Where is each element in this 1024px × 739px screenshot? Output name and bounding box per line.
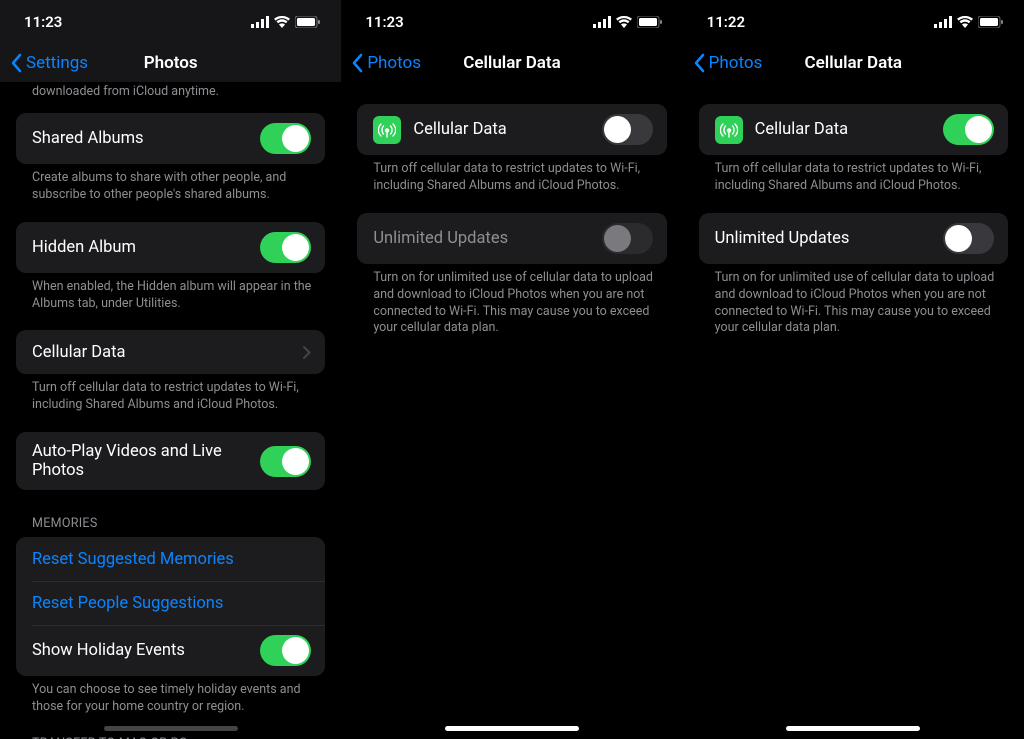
chevron-left-icon (10, 53, 22, 73)
autoplay-label: Auto-Play Videos and Live Photos (32, 442, 260, 480)
cellular-data-toggle[interactable] (943, 114, 994, 145)
unlimited-updates-toggle (602, 223, 653, 254)
nav-bar: Photos Cellular Data (683, 44, 1024, 82)
unlimited-updates-footer: Turn on for unlimited use of cellular da… (683, 264, 1024, 350)
battery-icon (295, 16, 321, 28)
hidden-album-row[interactable]: Hidden Album (16, 222, 325, 273)
back-label: Photos (367, 53, 421, 73)
status-bar: 11:22 (683, 0, 1024, 44)
show-holiday-row[interactable]: Show Holiday Events (16, 625, 325, 676)
antenna-icon (715, 116, 743, 144)
status-icons (593, 16, 663, 28)
cellular-data-row[interactable]: Cellular Data (699, 104, 1008, 155)
wifi-icon (957, 16, 973, 28)
status-time: 11:23 (24, 13, 62, 31)
status-icons (934, 16, 1004, 28)
nav-title: Cellular Data (805, 53, 903, 73)
signal-icon (593, 16, 611, 28)
status-time: 11:23 (365, 13, 403, 31)
signal-icon (251, 16, 269, 28)
back-button[interactable]: Photos (341, 53, 421, 73)
back-label: Settings (26, 53, 88, 73)
status-bar: 11:23 (0, 0, 341, 44)
truncated-footer: downloaded from iCloud anytime. (0, 82, 341, 113)
hidden-album-footer: When enabled, the Hidden album will appe… (0, 273, 341, 325)
hidden-album-toggle[interactable] (260, 232, 311, 263)
antenna-icon (373, 116, 401, 144)
back-button[interactable]: Settings (0, 53, 88, 73)
status-icons (251, 16, 321, 28)
cellular-data-label: Cellular Data (413, 120, 601, 139)
battery-icon (637, 16, 663, 28)
unlimited-updates-toggle[interactable] (943, 223, 994, 254)
show-holiday-toggle[interactable] (260, 635, 311, 666)
reset-people-label: Reset People Suggestions (32, 594, 311, 613)
wifi-icon (274, 16, 290, 28)
chevron-left-icon (693, 53, 705, 73)
unlimited-updates-row[interactable]: Unlimited Updates (699, 213, 1008, 264)
show-holiday-label: Show Holiday Events (32, 641, 260, 660)
shared-albums-footer: Create albums to share with other people… (0, 164, 341, 216)
settings-list: Cellular Data Turn off cellular data to … (683, 82, 1024, 355)
hidden-album-label: Hidden Album (32, 238, 260, 257)
reset-people-row[interactable]: Reset People Suggestions (16, 581, 325, 625)
shared-albums-row[interactable]: Shared Albums (16, 113, 325, 164)
nav-bar: Photos Cellular Data (341, 44, 682, 82)
unlimited-updates-row: Unlimited Updates (357, 213, 666, 264)
autoplay-row[interactable]: Auto-Play Videos and Live Photos (16, 432, 325, 490)
cellular-data-toggle[interactable] (602, 114, 653, 145)
screen-photos-settings: 11:23 Settings Photos downloaded from iC… (0, 0, 341, 739)
nav-title: Photos (144, 53, 198, 73)
cellular-data-footer: Turn off cellular data to restrict updat… (0, 374, 341, 426)
cellular-data-label: Cellular Data (755, 120, 943, 139)
wifi-icon (616, 16, 632, 28)
cellular-data-label: Cellular Data (32, 343, 303, 362)
holiday-footer: You can choose to see timely holiday eve… (0, 676, 341, 728)
settings-list: downloaded from iCloud anytime. Shared A… (0, 82, 341, 739)
back-button[interactable]: Photos (683, 53, 763, 73)
status-time: 11:22 (707, 13, 745, 31)
unlimited-updates-label: Unlimited Updates (715, 229, 943, 248)
cellular-data-row[interactable]: Cellular Data (16, 330, 325, 374)
home-indicator[interactable] (104, 726, 238, 731)
back-label: Photos (709, 53, 763, 73)
reset-memories-label: Reset Suggested Memories (32, 550, 311, 569)
cellular-data-footer: Turn off cellular data to restrict updat… (341, 155, 682, 207)
unlimited-updates-label: Unlimited Updates (373, 229, 601, 248)
memories-header: MEMORIES (0, 496, 341, 537)
autoplay-toggle[interactable] (260, 446, 311, 477)
reset-memories-row[interactable]: Reset Suggested Memories (16, 537, 325, 581)
shared-albums-toggle[interactable] (260, 123, 311, 154)
chevron-right-icon (303, 346, 311, 359)
home-indicator[interactable] (786, 726, 920, 731)
home-indicator[interactable] (445, 726, 579, 731)
nav-bar: Settings Photos (0, 44, 341, 82)
battery-icon (978, 16, 1004, 28)
cellular-data-footer: Turn off cellular data to restrict updat… (683, 155, 1024, 207)
chevron-left-icon (351, 53, 363, 73)
unlimited-updates-footer: Turn on for unlimited use of cellular da… (341, 264, 682, 350)
screen-cellular-on: 11:22 Photos Cellular Data Cellular Data (683, 0, 1024, 739)
screen-cellular-off: 11:23 Photos Cellular Data Cellular Data (341, 0, 682, 739)
status-bar: 11:23 (341, 0, 682, 44)
cellular-data-row[interactable]: Cellular Data (357, 104, 666, 155)
shared-albums-label: Shared Albums (32, 129, 260, 148)
signal-icon (934, 16, 952, 28)
settings-list: Cellular Data Turn off cellular data to … (341, 82, 682, 355)
nav-title: Cellular Data (463, 53, 561, 73)
